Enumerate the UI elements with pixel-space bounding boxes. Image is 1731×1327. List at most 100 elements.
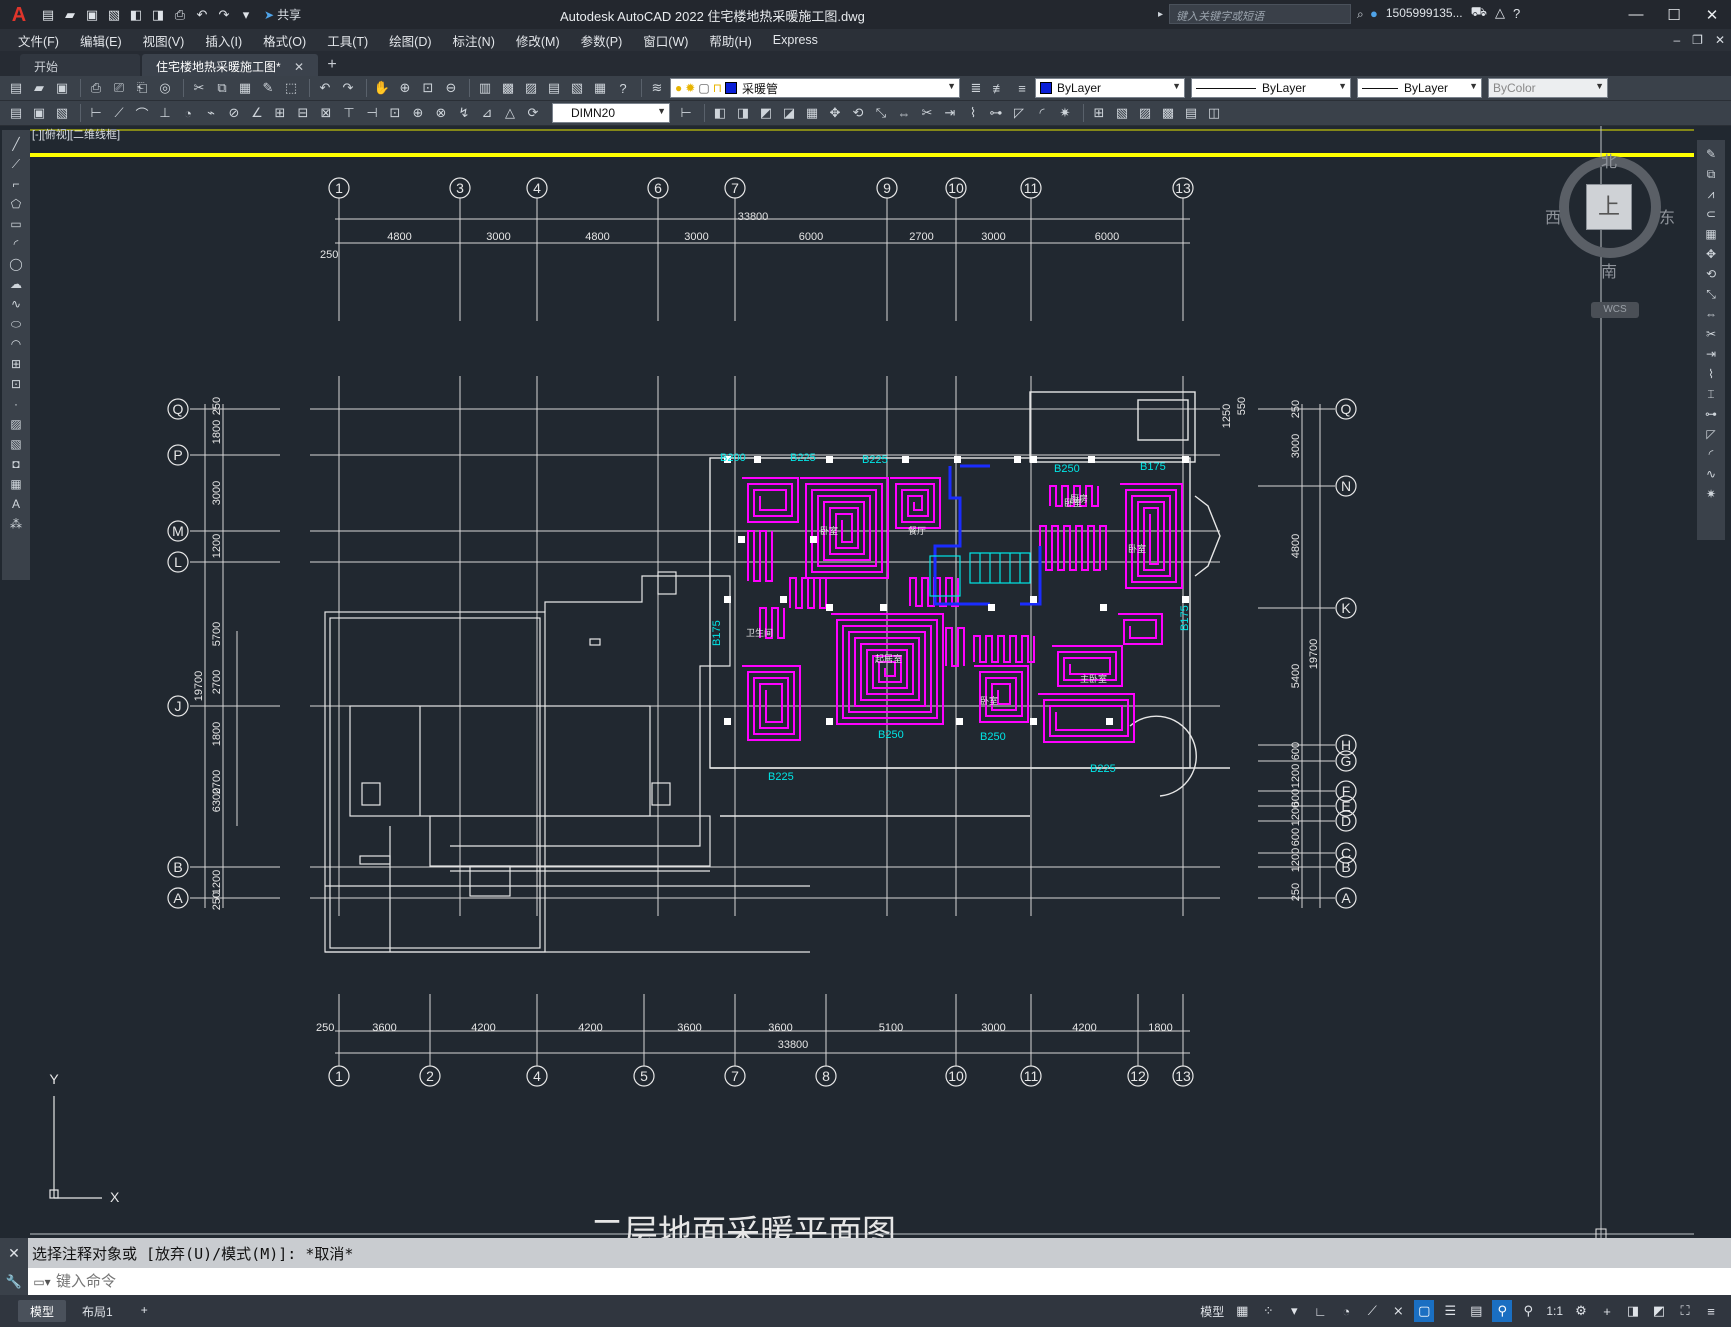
lineweight-icon[interactable]: ☰ xyxy=(1440,1300,1460,1322)
tab-drawing[interactable]: 住宅楼地热采暖施工图* ✕ xyxy=(142,54,319,76)
save-as-icon[interactable]: ▧ xyxy=(104,5,124,25)
undo-icon[interactable]: ↶ xyxy=(192,5,212,25)
save-icon[interactable]: ▣ xyxy=(82,5,102,25)
menu-express[interactable]: Express xyxy=(765,33,831,47)
polygon-icon[interactable]: ⬠ xyxy=(5,195,27,213)
center-mark-icon[interactable]: ⊕ xyxy=(408,103,428,123)
copy-object-icon[interactable]: ◨ xyxy=(733,103,753,123)
grid-icon[interactable]: ▦ xyxy=(1232,1300,1252,1322)
doc-restore-button[interactable]: ❐ xyxy=(1692,33,1703,47)
arc-icon[interactable]: ◜ xyxy=(5,235,27,253)
menu-edit[interactable]: 编辑(E) xyxy=(72,31,135,50)
rotate-icon[interactable]: ⟲ xyxy=(1700,265,1722,283)
dim-update-icon[interactable]: ⟳ xyxy=(523,103,543,123)
menu-file[interactable]: 文件(F) xyxy=(10,31,72,50)
layer-manager-icon[interactable]: ≋ xyxy=(647,78,667,98)
array-icon[interactable]: ▦ xyxy=(802,103,822,123)
menu-help[interactable]: 帮助(H) xyxy=(701,31,764,50)
autodesk-app-icon[interactable]: △ xyxy=(1495,5,1505,21)
search-icon[interactable]: ⌕ xyxy=(1357,7,1364,22)
viewport-label[interactable]: [-][俯视][二维线框] xyxy=(32,127,120,141)
add-selected-icon[interactable]: ⁂ xyxy=(5,515,27,533)
compass-south[interactable]: 南 xyxy=(1601,258,1617,282)
stretch-icon[interactable]: ⇔ xyxy=(1700,305,1722,323)
command-input[interactable] xyxy=(56,1273,1656,1290)
help-icon[interactable]: ? xyxy=(613,78,633,98)
menu-view[interactable]: 视图(V) xyxy=(135,31,198,50)
chevron-right-icon[interactable]: ▸ xyxy=(1158,9,1163,20)
cut-icon[interactable]: ✂ xyxy=(189,78,209,98)
break-at-point-icon[interactable]: ⌇ xyxy=(1700,365,1722,383)
baseline-dim-icon[interactable]: ⊟ xyxy=(293,103,313,123)
copy-icon[interactable]: ⧉ xyxy=(1700,165,1722,183)
break-icon[interactable]: ⌶ xyxy=(1700,385,1722,403)
save-web-icon[interactable]: ◨ xyxy=(148,5,168,25)
jogged-dim-icon[interactable]: ⌁ xyxy=(201,103,221,123)
scale-icon[interactable]: ⤡ xyxy=(871,103,891,123)
minimize-button[interactable]: — xyxy=(1617,0,1655,29)
polar-icon[interactable]: ◔ xyxy=(1336,1300,1356,1322)
ole-icon[interactable]: ▤ xyxy=(1181,103,1201,123)
color-dropdown[interactable]: ByLayer ▼ xyxy=(1035,78,1185,98)
rectangle-icon[interactable]: ▭ xyxy=(5,215,27,233)
dimstyle-dropdown[interactable]: DIMN20 ▼ xyxy=(552,103,670,123)
copy-icon[interactable]: ⧉ xyxy=(212,78,232,98)
open-icon[interactable]: ▰ xyxy=(29,78,49,98)
3d-print-icon[interactable]: ◎ xyxy=(155,78,175,98)
clean-screen-icon[interactable]: ⛶ xyxy=(1675,1300,1695,1322)
share-button[interactable]: ➤ 共享 xyxy=(264,6,301,23)
customize-qat-icon[interactable]: ▾ xyxy=(236,5,256,25)
rotate-icon[interactable]: ⟲ xyxy=(848,103,868,123)
plotstyle-dropdown[interactable]: ByColor ▼ xyxy=(1488,78,1608,98)
spline-icon[interactable]: ∿ xyxy=(5,295,27,313)
erase-icon[interactable]: ✎ xyxy=(1700,145,1722,163)
gear-icon[interactable]: ⚙ xyxy=(1571,1300,1591,1322)
autocad-logo-icon[interactable]: A xyxy=(6,2,32,28)
add-layout-icon[interactable]: + xyxy=(129,1300,160,1322)
new-tab-button[interactable]: + xyxy=(320,54,344,76)
close-command-line-icon[interactable]: ✕ xyxy=(0,1238,28,1268)
layer-dropdown[interactable]: ● ✹ ▢ ⊓ 采暖管 ▼ xyxy=(670,78,960,98)
close-button[interactable]: ✕ xyxy=(1693,0,1731,29)
preview-icon[interactable]: ⎚ xyxy=(109,78,129,98)
make-block-icon[interactable]: ▧ xyxy=(1112,103,1132,123)
arc-length-icon[interactable]: ⌒ xyxy=(132,103,152,123)
angular-dim-icon[interactable]: ∠ xyxy=(247,103,267,123)
hatch-icon[interactable]: ▨ xyxy=(5,415,27,433)
drawing-canvas[interactable]: 33800 250 4800 3000 4800 3000 6000 2700 3000 6000… xyxy=(30,126,1694,1238)
dimtedit-icon[interactable]: △ xyxy=(500,103,520,123)
dim-style-manager-icon[interactable]: ⊢ xyxy=(676,103,696,123)
redo-icon[interactable]: ↷ xyxy=(338,78,358,98)
diameter-dim-icon[interactable]: ⊘ xyxy=(224,103,244,123)
chamfer-icon[interactable]: ◸ xyxy=(1009,103,1029,123)
menu-draw[interactable]: 绘图(D) xyxy=(381,31,444,50)
mirror-icon[interactable]: ⩘ xyxy=(1700,185,1722,203)
cart-icon[interactable]: ⛟ xyxy=(1471,4,1487,22)
block-editor-icon[interactable]: ⬚ xyxy=(281,78,301,98)
ortho-icon[interactable]: ∟ xyxy=(1310,1300,1330,1322)
mirror-icon[interactable]: ◩ xyxy=(756,103,776,123)
linear-dim-icon[interactable]: ⊢ xyxy=(86,103,106,123)
offset-icon[interactable]: ⊂ xyxy=(1700,205,1722,223)
menu-parametric[interactable]: 参数(P) xyxy=(573,31,636,50)
chevron-down-icon[interactable]: ▾ xyxy=(1284,1300,1304,1322)
menu-window[interactable]: 窗口(W) xyxy=(635,31,701,50)
zoom-previous-icon[interactable]: ⊖ xyxy=(441,78,461,98)
dim-space-icon[interactable]: ⊤ xyxy=(339,103,359,123)
properties-palette-icon[interactable]: ▤ xyxy=(6,103,26,123)
make-current-layer-icon[interactable]: ≣ xyxy=(966,78,986,98)
match-properties-icon[interactable]: ▣ xyxy=(29,103,49,123)
user-icon[interactable]: ● xyxy=(1370,6,1378,21)
fillet-icon[interactable]: ◜ xyxy=(1032,103,1052,123)
tab-layout1[interactable]: 布局1 xyxy=(70,1300,125,1322)
viewcube[interactable]: 北 南 西 东 上 WCS xyxy=(1545,148,1675,318)
explode-icon[interactable]: ✷ xyxy=(1700,485,1722,503)
menu-dimension[interactable]: 标注(N) xyxy=(445,31,508,50)
stretch-icon[interactable]: ⇔ xyxy=(894,103,914,123)
markup-icon[interactable]: ▧ xyxy=(567,78,587,98)
isolate-icon[interactable]: ◨ xyxy=(1623,1300,1643,1322)
compass-west[interactable]: 西 xyxy=(1545,204,1561,228)
osnap-icon[interactable]: ▢ xyxy=(1414,1300,1435,1322)
plot-icon[interactable]: ⎙ xyxy=(86,78,106,98)
break-icon[interactable]: ⌇ xyxy=(963,103,983,123)
